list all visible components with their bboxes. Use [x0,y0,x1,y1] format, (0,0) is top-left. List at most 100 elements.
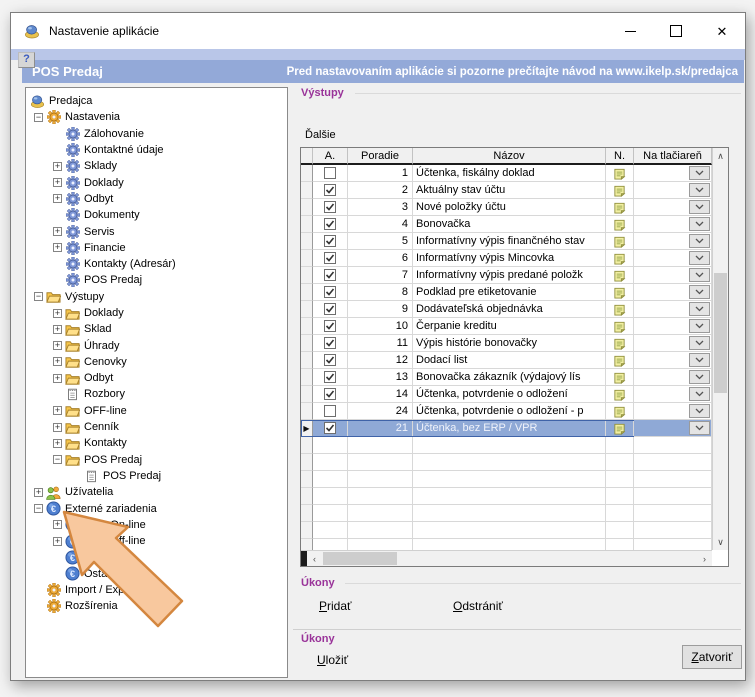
table-row[interactable]: 5Informatívny výpis finančného stav [301,233,712,250]
active-checkbox[interactable] [324,269,336,281]
expand-icon[interactable]: + [53,439,62,448]
tree-item-kontaktne-udaje[interactable]: Kontaktné údaje [53,142,287,158]
table-row[interactable]: 9Dodávateľská objednávka [301,301,712,318]
expand-icon[interactable]: + [53,357,62,366]
table-row[interactable]: 11Výpis histórie bonovačky [301,335,712,352]
expand-icon[interactable]: + [34,488,43,497]
expand-icon[interactable]: + [53,341,62,350]
active-checkbox[interactable] [324,337,336,349]
tree-item-financie[interactable]: +Financie [53,240,287,256]
printer-dropdown[interactable] [689,285,710,299]
tree-item-externe-zariadenia[interactable]: −€Externé zariadenia [34,500,287,516]
add-button[interactable]: Pridať [319,599,352,613]
table-row[interactable]: 14Účtenka, potvrdenie o odložení [301,386,712,403]
table-row[interactable]: 13Bonovačka zákazník (výdajový lís [301,369,712,386]
tree-item-cenovky[interactable]: +Cenovky [53,354,287,370]
expand-icon[interactable]: + [53,520,62,529]
tree-item-uzivatelia[interactable]: +Užívatelia [34,484,287,500]
vscroll-thumb[interactable] [714,273,727,393]
printer-dropdown[interactable] [689,319,710,333]
active-checkbox[interactable] [324,405,336,417]
printer-dropdown[interactable] [689,234,710,248]
scroll-up-icon[interactable]: ∧ [713,148,728,164]
expand-icon[interactable]: + [53,243,62,252]
active-checkbox[interactable] [324,184,336,196]
tree-item-odbyt[interactable]: +Odbyt [53,370,287,386]
printer-dropdown[interactable] [689,183,710,197]
printer-dropdown[interactable] [689,421,710,435]
collapse-icon[interactable]: − [34,113,43,122]
printer-dropdown[interactable] [689,200,710,214]
active-checkbox[interactable] [324,422,336,434]
tree-item-pos-on-line[interactable]: +€POS On-line [53,517,287,533]
tree-item-predajca[interactable]: Predajca [30,93,287,109]
active-checkbox[interactable] [324,201,336,213]
tree-item-servis[interactable]: +Servis [53,223,287,239]
active-checkbox[interactable] [324,371,336,383]
tree-item-uhrady[interactable]: +Úhrady [53,337,287,353]
printer-dropdown[interactable] [689,370,710,384]
vertical-scrollbar[interactable]: ∧ ∨ [712,148,728,550]
tree-item-odbyt[interactable]: +Odbyt [53,191,287,207]
printer-dropdown[interactable] [689,387,710,401]
tree-item-cennik[interactable]: +Cenník [53,419,287,435]
expand-icon[interactable]: + [53,423,62,432]
tree-item-import-export[interactable]: Import / Export [34,582,287,598]
tree-item-pos-off-line[interactable]: +€POS Off-line [53,533,287,549]
scroll-left-icon[interactable]: ‹ [307,551,322,566]
active-checkbox[interactable] [324,252,336,264]
tree-item-dokumenty[interactable]: Dokumenty [53,207,287,223]
active-checkbox[interactable] [324,320,336,332]
tree-item-pos-predaj[interactable]: POS Predaj [53,272,287,288]
expand-icon[interactable]: + [53,537,62,546]
expand-icon[interactable]: + [53,325,62,334]
active-checkbox[interactable] [324,354,336,366]
collapse-icon[interactable]: − [34,292,43,301]
table-row[interactable]: 3Nové položky účtu [301,199,712,216]
tree-item-nastavenia[interactable]: −Nastavenia [34,109,287,125]
close-button[interactable]: ✕ [699,13,745,49]
active-checkbox[interactable] [324,167,336,179]
tree-item-doklady[interactable]: +Doklady [53,174,287,190]
hscroll-thumb[interactable] [323,552,397,565]
expand-icon[interactable]: + [53,178,62,187]
table-row[interactable]: ▶21Účtenka, bez ERP / VPR [301,420,712,437]
collapse-icon[interactable]: − [34,504,43,513]
table-row[interactable]: 6Informatívny výpis Mincovka [301,250,712,267]
table-row[interactable]: 1Účtenka, fiskálny doklad [301,165,712,182]
tree-item-doklady[interactable]: +Doklady [53,305,287,321]
active-checkbox[interactable] [324,303,336,315]
tree-item-kontakty-adresar[interactable]: Kontakty (Adresár) [53,256,287,272]
minimize-button[interactable] [607,13,653,49]
expand-icon[interactable]: + [53,227,62,236]
printer-dropdown[interactable] [689,268,710,282]
printer-dropdown[interactable] [689,302,710,316]
save-button[interactable]: Uložiť [317,653,348,667]
tree-item-pos-predaj[interactable]: −POS Predaj [53,452,287,468]
table-row[interactable]: 24Účtenka, potvrdenie o odložení - p [301,403,712,420]
maximize-button[interactable] [653,13,699,49]
horizontal-scrollbar[interactable]: ‹ › [301,550,712,566]
printer-dropdown[interactable] [689,336,710,350]
tree-item-ostatne[interactable]: €Ostatné [53,566,287,582]
printer-dropdown[interactable] [689,404,710,418]
remove-button[interactable]: Odstrániť [453,599,503,613]
table-row[interactable]: 2Aktuálny stav účtu [301,182,712,199]
expand-icon[interactable]: + [53,374,62,383]
expand-icon[interactable]: + [53,406,62,415]
scroll-down-icon[interactable]: ∨ [713,534,728,550]
active-checkbox[interactable] [324,218,336,230]
tree-item-vahy[interactable]: €Váhy [53,549,287,565]
expand-icon[interactable]: + [53,194,62,203]
expand-icon[interactable]: + [53,309,62,318]
tree-item-off-line[interactable]: +OFF-line [53,403,287,419]
printer-dropdown[interactable] [689,217,710,231]
table-row[interactable]: 12Dodací list [301,352,712,369]
table-row[interactable]: 7Informatívny výpis predané položk [301,267,712,284]
tree-item-zalohovanie[interactable]: Zálohovanie [53,126,287,142]
tree-item-sklad[interactable]: +Sklad [53,321,287,337]
expand-icon[interactable]: + [53,162,62,171]
tree-item-kontakty[interactable]: +Kontakty [53,435,287,451]
help-button[interactable]: ? [18,52,35,68]
table-row[interactable]: 8Podklad pre etiketovanie [301,284,712,301]
